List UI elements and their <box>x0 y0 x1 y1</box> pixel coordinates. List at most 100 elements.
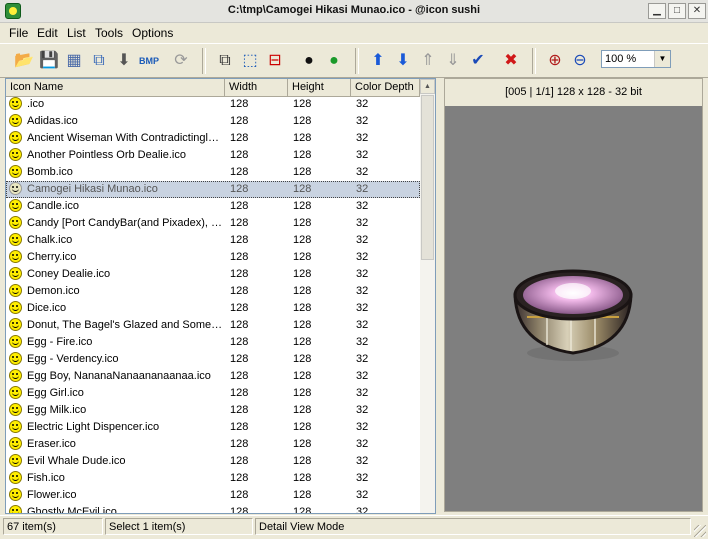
cell-icon-name: Bomb.ico <box>27 166 73 178</box>
remove-icon[interactable]: ⊟ <box>264 50 286 72</box>
column-height[interactable]: Height <box>288 79 351 96</box>
close-button[interactable]: ✕ <box>688 3 706 19</box>
cell-icon-name: Adidas.ico <box>27 115 78 127</box>
menu-list[interactable]: List <box>67 26 86 40</box>
menu-file[interactable]: File <box>9 26 28 40</box>
copy-icon[interactable]: ⧉ <box>214 50 236 72</box>
smiley-icon <box>9 420 22 433</box>
smiley-icon <box>9 148 22 161</box>
cell-height: 128 <box>293 285 312 297</box>
cell-width: 128 <box>230 115 249 127</box>
table-row[interactable]: Egg - Verdency.ico 128 128 32 <box>6 351 420 368</box>
save-icon[interactable]: 💾 <box>38 50 60 72</box>
cell-height: 128 <box>293 404 312 416</box>
icon-list[interactable]: Icon Name Width Height Color Depth .ico 1… <box>5 78 436 514</box>
check-icon[interactable]: ✔ <box>467 50 489 72</box>
zoom-value: 100 % <box>605 53 637 65</box>
smiley-icon <box>9 437 22 450</box>
paste-icon[interactable]: ⬚ <box>239 50 261 72</box>
window-title: C:\tmp\Camogei Hikasi Munao.ico - @icon … <box>227 4 481 16</box>
move-top-icon[interactable]: ⇑ <box>417 50 439 72</box>
zoom-out-icon[interactable]: ⊖ <box>569 50 591 72</box>
cell-width: 128 <box>230 302 249 314</box>
cell-color-depth: 32 <box>356 353 369 365</box>
bmp-convert-icon[interactable]: BMP <box>138 50 160 72</box>
cell-color-depth: 32 <box>356 200 369 212</box>
table-row[interactable]: Another Pointless Orb Dealie.ico 128 128 32 <box>6 147 420 164</box>
table-row[interactable]: Dice.ico 128 128 32 <box>6 300 420 317</box>
capture-icon[interactable]: ⧉ <box>88 50 110 72</box>
user-add-icon[interactable]: ● <box>323 50 345 72</box>
table-row[interactable]: Evil Whale Dude.ico 128 128 32 <box>6 453 420 470</box>
delete-icon[interactable]: ✖ <box>500 50 522 72</box>
scroll-up-icon[interactable]: ▲ <box>420 79 435 94</box>
table-row[interactable]: Candle.ico 128 128 32 <box>6 198 420 215</box>
cell-height: 128 <box>293 183 312 195</box>
cell-height: 128 <box>293 115 312 127</box>
table-row[interactable]: Egg Boy, NananaNanaananaanaa.ico 128 128 32 <box>6 368 420 385</box>
move-bottom-icon[interactable]: ⇓ <box>442 50 464 72</box>
table-row[interactable]: Egg Girl.ico 128 128 32 <box>6 385 420 402</box>
menu-tools[interactable]: Tools <box>95 26 123 40</box>
user-icon[interactable]: ● <box>298 50 320 72</box>
cell-icon-name: Ancient Wiseman With Contradictingly ... <box>27 132 223 144</box>
table-row[interactable]: Camogei Hikasi Munao.ico 128 128 32 <box>6 181 420 198</box>
column-width[interactable]: Width <box>225 79 288 96</box>
extract-icon[interactable]: ⬇ <box>113 50 135 72</box>
preview-info: [005 | 1/1] 128 x 128 - 32 bit <box>445 79 702 106</box>
table-row[interactable]: Demon.ico 128 128 32 <box>6 283 420 300</box>
table-row[interactable]: Donut, The Bagel's Glazed and Someti... 1… <box>6 317 420 334</box>
toolbar-separator <box>202 48 206 74</box>
resize-grip[interactable] <box>694 525 706 537</box>
move-down-icon[interactable]: ⬇ <box>392 50 414 72</box>
list-scrollbar[interactable]: ▲ <box>420 79 435 513</box>
table-row[interactable]: Adidas.ico 128 128 32 <box>6 113 420 130</box>
menu-edit[interactable]: Edit <box>37 26 58 40</box>
table-row[interactable]: Candy [Port CandyBar(and Pixadex), N... 1… <box>6 215 420 232</box>
table-row[interactable]: Chalk.ico 128 128 32 <box>6 232 420 249</box>
open-folder-icon[interactable]: 📂 <box>13 50 35 72</box>
zoom-select[interactable]: 100 % ▼ <box>601 50 671 68</box>
cell-width: 128 <box>230 506 249 514</box>
table-row[interactable]: Bomb.ico 128 128 32 <box>6 164 420 181</box>
move-up-icon[interactable]: ⬆ <box>367 50 389 72</box>
cell-color-depth: 32 <box>356 370 369 382</box>
column-icon-name[interactable]: Icon Name <box>6 79 225 96</box>
smiley-icon <box>9 97 22 110</box>
zoom-in-icon[interactable]: ⊕ <box>544 50 566 72</box>
table-row[interactable]: Electric Light Dispencer.ico 128 128 32 <box>6 419 420 436</box>
cell-color-depth: 32 <box>356 489 369 501</box>
table-row[interactable]: Ghostly McEvil.ico 128 128 32 <box>6 504 420 514</box>
menu-options[interactable]: Options <box>132 26 173 40</box>
table-row[interactable]: Egg Milk.ico 128 128 32 <box>6 402 420 419</box>
cell-width: 128 <box>230 353 249 365</box>
export-icon[interactable]: ▦ <box>63 50 85 72</box>
cell-width: 128 <box>230 200 249 212</box>
cell-color-depth: 32 <box>356 183 369 195</box>
cell-width: 128 <box>230 234 249 246</box>
cell-icon-name: Egg Milk.ico <box>27 404 87 416</box>
cell-color-depth: 32 <box>356 336 369 348</box>
table-row[interactable]: Flower.ico 128 128 32 <box>6 487 420 504</box>
chevron-down-icon[interactable]: ▼ <box>654 51 670 67</box>
table-row[interactable]: Eraser.ico 128 128 32 <box>6 436 420 453</box>
column-color-depth[interactable]: Color Depth <box>351 79 420 96</box>
cell-icon-name: Egg - Verdency.ico <box>27 353 119 365</box>
table-row[interactable]: Coney Dealie.ico 128 128 32 <box>6 266 420 283</box>
refresh-icon[interactable]: ⟳ <box>170 50 192 72</box>
maximize-button[interactable]: □ <box>668 3 686 19</box>
cell-color-depth: 32 <box>356 472 369 484</box>
cell-height: 128 <box>293 506 312 514</box>
table-row[interactable]: .ico 128 128 32 <box>6 96 420 113</box>
scroll-thumb[interactable] <box>421 95 434 260</box>
table-row[interactable]: Fish.ico 128 128 32 <box>6 470 420 487</box>
table-row[interactable]: Egg - Fire.ico 128 128 32 <box>6 334 420 351</box>
cell-height: 128 <box>293 489 312 501</box>
table-row[interactable]: Cherry.ico 128 128 32 <box>6 249 420 266</box>
table-row[interactable]: Ancient Wiseman With Contradictingly ...… <box>6 130 420 147</box>
smiley-icon <box>9 454 22 467</box>
smiley-icon <box>9 352 22 365</box>
cell-width: 128 <box>230 387 249 399</box>
minimize-button[interactable]: ▁ <box>648 3 666 19</box>
cell-color-depth: 32 <box>356 268 369 280</box>
